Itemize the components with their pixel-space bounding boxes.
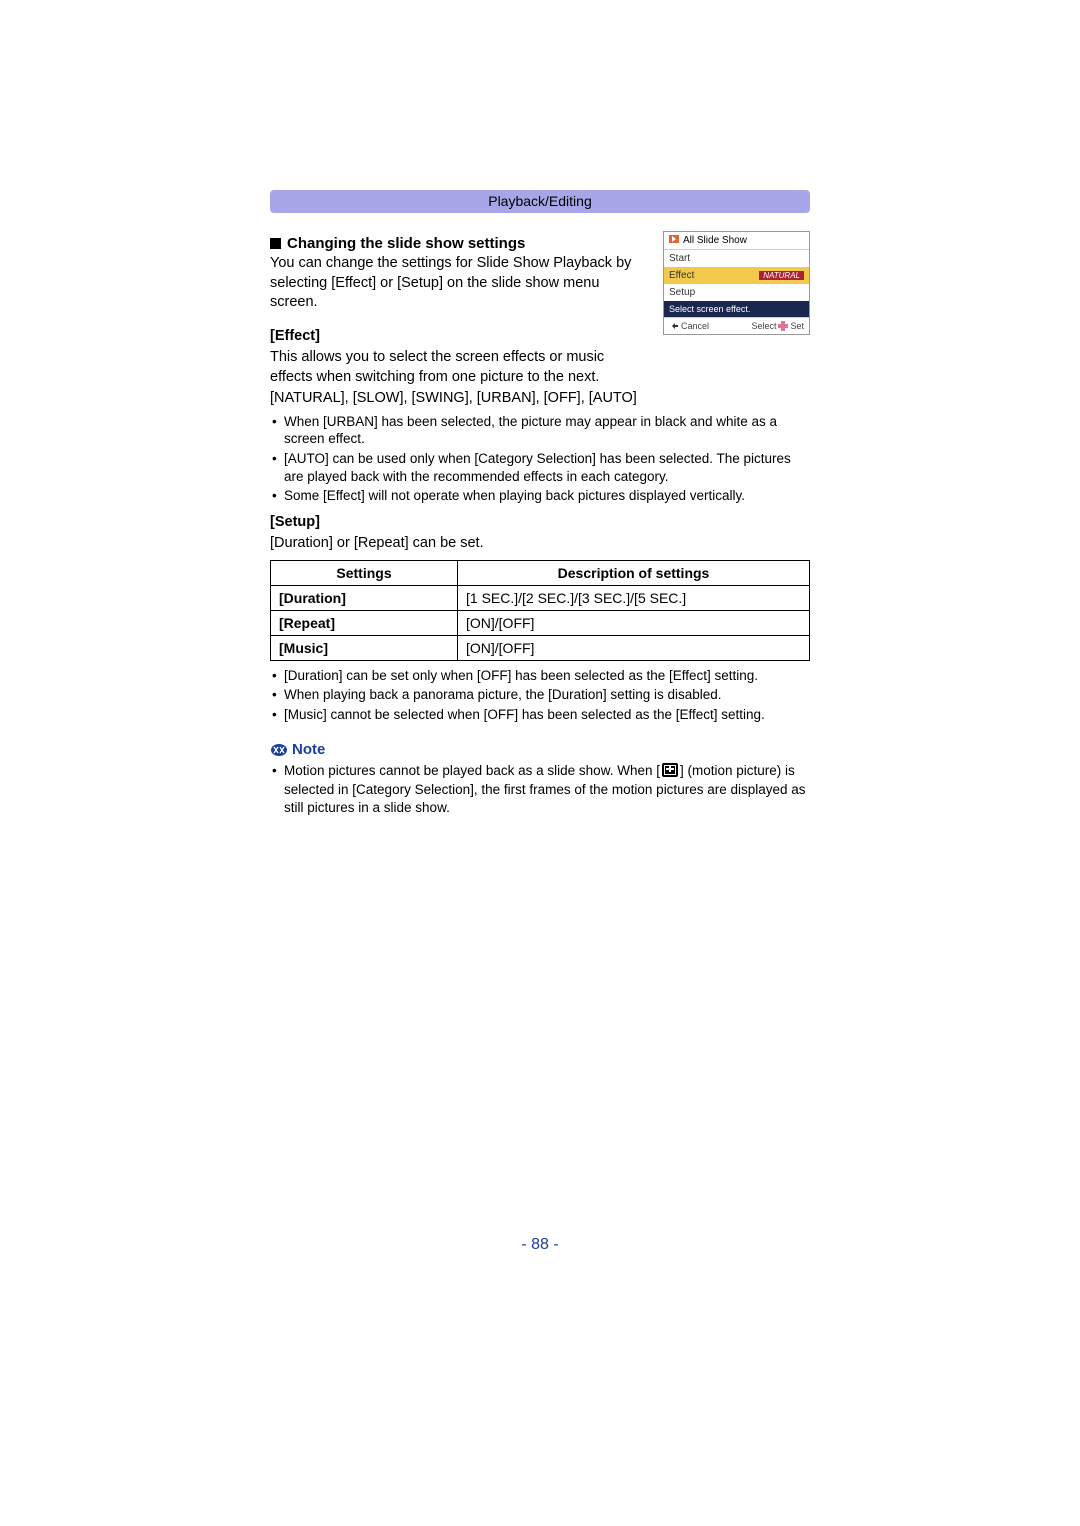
camera-effect-value: NATURAL <box>759 271 804 280</box>
effect-description: This allows you to select the screen eff… <box>270 348 649 387</box>
camera-menu-illustration: All Slide Show Start Effect NATURAL Setu… <box>663 231 810 335</box>
table-row: [Music] [ON]/[OFF] <box>271 635 810 660</box>
page-number: - 88 - <box>270 1236 810 1254</box>
motion-picture-icon <box>662 763 678 782</box>
square-bullet-icon <box>270 238 281 249</box>
return-icon <box>669 322 679 330</box>
setup-bullet-1: [Duration] can be set only when [OFF] ha… <box>270 667 810 685</box>
changing-settings-heading: Changing the slide show settings <box>270 235 649 252</box>
note-icon <box>270 743 288 757</box>
setup-bullet-2: When playing back a panorama picture, th… <box>270 686 810 704</box>
setup-bullet-3: [Music] cannot be selected when [OFF] ha… <box>270 706 810 724</box>
dpad-icon <box>778 321 788 331</box>
camera-cancel: Cancel <box>669 321 709 331</box>
note-bullets: Motion pictures cannot be played back as… <box>270 762 810 816</box>
table-row: [Repeat] [ON]/[OFF] <box>271 610 810 635</box>
setup-description: [Duration] or [Repeat] can be set. <box>270 534 810 554</box>
table-row: [Duration] [1 SEC.]/[2 SEC.]/[3 SEC.]/[5… <box>271 585 810 610</box>
settings-table: Settings Description of settings [Durati… <box>270 560 810 661</box>
camera-title-row: All Slide Show <box>664 232 809 250</box>
table-head-description: Description of settings <box>458 560 810 585</box>
camera-item-effect: Effect NATURAL <box>664 267 809 284</box>
effect-bullets: When [URBAN] has been selected, the pict… <box>270 413 810 505</box>
section-header-bar: Playback/Editing <box>270 190 810 213</box>
camera-item-start: Start <box>664 250 809 267</box>
camera-footer: Cancel Select Set <box>664 317 809 334</box>
document-page: Playback/Editing Changing the slide show… <box>135 0 945 1314</box>
intro-paragraph: You can change the settings for Slide Sh… <box>270 254 649 313</box>
effect-bullet-1: When [URBAN] has been selected, the pict… <box>270 413 810 448</box>
camera-title: All Slide Show <box>683 235 747 246</box>
camera-select-set: Select Set <box>751 321 804 331</box>
effect-bullet-3: Some [Effect] will not operate when play… <box>270 487 810 505</box>
table-head-settings: Settings <box>271 560 458 585</box>
setup-bullets: [Duration] can be set only when [OFF] ha… <box>270 667 810 724</box>
camera-hint: Select screen effect. <box>664 301 809 317</box>
effect-heading: [Effect] <box>270 327 649 347</box>
effect-options: [NATURAL], [SLOW], [SWING], [URBAN], [OF… <box>270 389 810 409</box>
effect-bullet-2: [AUTO] can be used only when [Category S… <box>270 450 810 485</box>
setup-heading: [Setup] <box>270 513 810 533</box>
note-bullet: Motion pictures cannot be played back as… <box>270 762 810 816</box>
playback-icon <box>669 235 679 243</box>
note-heading: Note <box>270 741 810 758</box>
camera-item-setup: Setup <box>664 284 809 301</box>
header-title: Playback/Editing <box>488 193 592 209</box>
